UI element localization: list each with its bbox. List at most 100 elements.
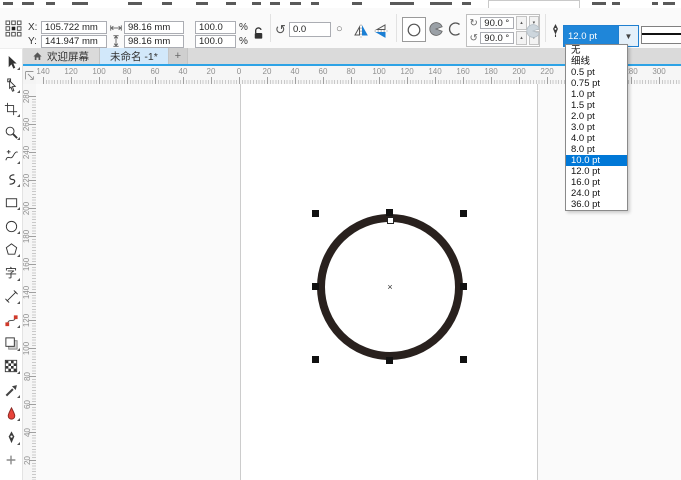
selection-handle-middle-right[interactable] bbox=[460, 283, 467, 290]
outline-width-option[interactable]: 24.0 pt bbox=[566, 188, 627, 199]
degree-circle-icon: ○ bbox=[336, 23, 343, 35]
text-tool-icon[interactable]: 字 bbox=[2, 264, 20, 282]
polygon-tool-icon[interactable] bbox=[2, 240, 20, 258]
ruler-label: 40 bbox=[169, 66, 197, 76]
ruler-label: 200 bbox=[23, 201, 32, 214]
artistic-media-tool-icon[interactable] bbox=[2, 170, 20, 188]
outline-width-option[interactable]: 2.0 pt bbox=[566, 111, 627, 122]
tab-untitled-document[interactable]: 未命名 -1* bbox=[100, 48, 169, 64]
color-eyedropper-tool-icon[interactable] bbox=[2, 381, 20, 399]
ruler-label: 120 bbox=[23, 313, 32, 326]
outline-width-option[interactable]: 8.0 pt bbox=[566, 144, 627, 155]
ruler-label: 80 bbox=[337, 66, 365, 76]
outline-width-option[interactable]: 10.0 pt bbox=[566, 155, 627, 166]
connector-tool-icon[interactable] bbox=[2, 311, 20, 329]
combo-dropdown-arrow-icon[interactable]: ▼ bbox=[618, 26, 638, 46]
rotation-icon: ↺ bbox=[275, 22, 286, 38]
ruler-label: 60 bbox=[23, 400, 32, 409]
parallel-dimension-tool-icon[interactable] bbox=[2, 287, 20, 305]
pie-mode-button[interactable] bbox=[427, 20, 445, 38]
y-label: Y: bbox=[28, 36, 37, 47]
object-origin-icon[interactable] bbox=[4, 19, 22, 37]
drop-shadow-tool-icon[interactable] bbox=[2, 334, 20, 352]
ruler-label: 100 bbox=[85, 66, 113, 76]
tab-welcome-screen[interactable]: 欢迎屏幕 bbox=[22, 48, 100, 64]
outline-width-option[interactable]: 1.5 pt bbox=[566, 100, 627, 111]
vertical-ruler[interactable]: 28026024022020018016014012010080604020 bbox=[22, 84, 37, 480]
ruler-label: 40 bbox=[23, 428, 32, 437]
new-document-tab-button[interactable]: + bbox=[169, 48, 188, 64]
shape-edit-tool-icon[interactable] bbox=[2, 76, 20, 94]
outline-width-option[interactable]: 3.0 pt bbox=[566, 122, 627, 133]
ellipse-node[interactable] bbox=[387, 217, 394, 224]
selection-handle-bottom-middle[interactable] bbox=[386, 357, 393, 364]
outline-width-option[interactable]: 16.0 pt bbox=[566, 177, 627, 188]
object-width-icon bbox=[110, 22, 122, 34]
ruler-label: 100 bbox=[23, 341, 32, 354]
pattern-fill-tool-icon[interactable] bbox=[2, 357, 20, 375]
interactive-fill-tool-icon[interactable] bbox=[2, 404, 20, 422]
outline-width-option[interactable]: 1.0 pt bbox=[566, 89, 627, 100]
outline-width-option[interactable]: 0.75 pt bbox=[566, 78, 627, 89]
ruler-label: 80 bbox=[113, 66, 141, 76]
outline-pen-tool-icon[interactable] bbox=[2, 428, 20, 446]
ruler-label: 200 bbox=[505, 66, 533, 76]
selection-handle-bottom-right[interactable] bbox=[460, 356, 467, 363]
ruler-label: 220 bbox=[533, 66, 561, 76]
start-angle-icon: ↻ bbox=[469, 18, 478, 29]
x-position-field[interactable] bbox=[41, 21, 107, 34]
object-height-icon bbox=[110, 35, 122, 47]
outline-width-dropdown-list: 无 细线 0.5 pt 0.75 pt 1.0 pt 1.5 pt 2.0 bbox=[565, 44, 628, 211]
freehand-tool-icon[interactable] bbox=[2, 147, 20, 165]
ruler-label: 240 bbox=[23, 145, 32, 158]
outline-width-value[interactable]: 12.0 pt bbox=[564, 26, 618, 46]
rectangle-tool-icon[interactable] bbox=[2, 193, 20, 211]
scale-v-field[interactable] bbox=[195, 35, 236, 48]
add-tools-button[interactable] bbox=[2, 451, 20, 469]
outline-width-option[interactable]: 4.0 pt bbox=[566, 133, 627, 144]
crop-tool-icon[interactable] bbox=[2, 100, 20, 118]
outline-width-option[interactable]: 0.5 pt bbox=[566, 67, 627, 78]
lock-ratio-icon[interactable] bbox=[251, 24, 266, 41]
start-angle-field[interactable] bbox=[480, 17, 514, 29]
scale-h-field[interactable] bbox=[195, 21, 236, 34]
outline-width-option[interactable]: 12.0 pt bbox=[566, 166, 627, 177]
coreldraw-window: X: Y: % % ↺ ○ bbox=[0, 0, 681, 480]
end-angle-icon: ↺ bbox=[469, 33, 478, 44]
selection-handle-top-middle[interactable] bbox=[386, 209, 393, 216]
home-icon bbox=[32, 51, 43, 62]
selection-handle-bottom-left[interactable] bbox=[312, 356, 319, 363]
ruler-label: 60 bbox=[141, 66, 169, 76]
end-angle-field[interactable] bbox=[480, 32, 514, 44]
ruler-label: 140 bbox=[29, 66, 57, 76]
mirror-vertical-icon[interactable] bbox=[372, 22, 390, 40]
ellipse-tool-icon[interactable] bbox=[2, 217, 20, 235]
selection-handle-middle-left[interactable] bbox=[312, 283, 319, 290]
tab-document-label: 未命名 -1* bbox=[110, 49, 158, 64]
outline-width-option[interactable]: 36.0 pt bbox=[566, 199, 627, 210]
outline-width-option[interactable]: 细线 bbox=[566, 56, 627, 67]
arc-mode-button[interactable] bbox=[446, 20, 464, 38]
ruler-label: 260 bbox=[23, 117, 32, 130]
ellipse-mode-button[interactable] bbox=[402, 17, 426, 42]
ruler-label: 120 bbox=[57, 66, 85, 76]
zoom-tool-icon[interactable] bbox=[2, 123, 20, 141]
selection-handle-top-right[interactable] bbox=[460, 210, 467, 217]
ruler-label: 140 bbox=[421, 66, 449, 76]
pick-tool-icon[interactable] bbox=[2, 53, 20, 71]
rotation-angle-field[interactable] bbox=[289, 22, 331, 37]
outline-width-option[interactable]: 无 bbox=[566, 45, 627, 56]
selection-handle-top-left[interactable] bbox=[312, 210, 319, 217]
tab-welcome-label: 欢迎屏幕 bbox=[47, 49, 89, 64]
vertical-ruler-labels: 28026024022020018016014012010080604020 bbox=[22, 82, 32, 474]
x-label: X: bbox=[28, 22, 37, 33]
ruler-label: 180 bbox=[23, 229, 32, 242]
object-width-field[interactable] bbox=[124, 21, 184, 34]
object-height-field[interactable] bbox=[124, 35, 184, 48]
ruler-label: 100 bbox=[365, 66, 393, 76]
percent-label-2: % bbox=[239, 36, 248, 47]
ruler-label: 60 bbox=[309, 66, 337, 76]
y-position-field[interactable] bbox=[41, 35, 107, 48]
outline-style-selector[interactable] bbox=[641, 26, 681, 44]
mirror-horizontal-icon[interactable] bbox=[352, 22, 370, 40]
